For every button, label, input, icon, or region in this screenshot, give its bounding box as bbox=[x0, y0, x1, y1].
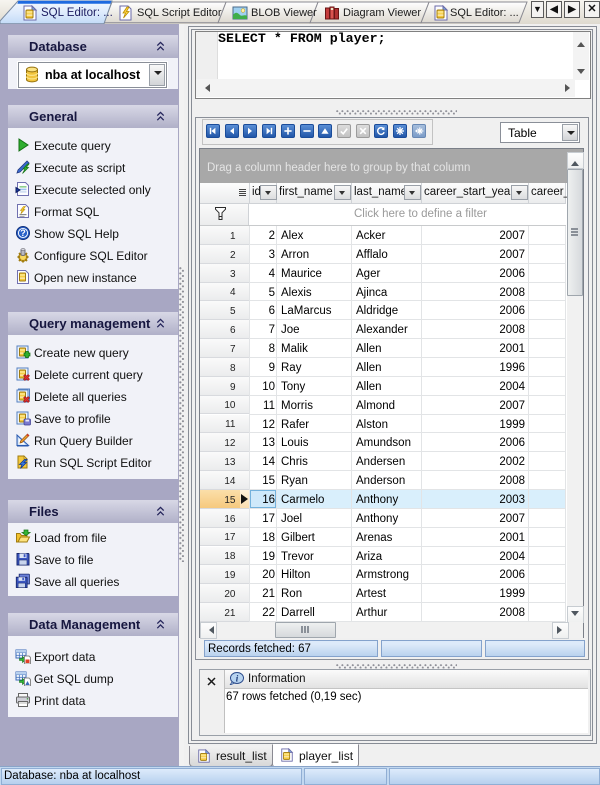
svg-text:?: ? bbox=[20, 228, 26, 238]
